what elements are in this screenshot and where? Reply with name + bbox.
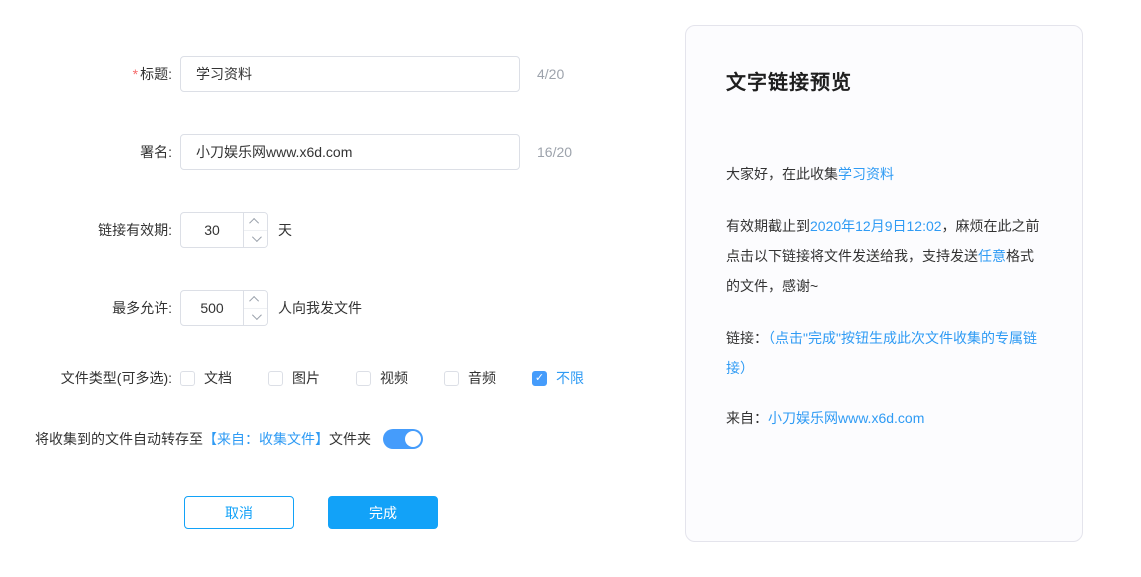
confirm-button[interactable]: 完成 xyxy=(328,496,438,529)
checkbox-icon: ✓ xyxy=(532,371,547,386)
validity-stepper-arrows xyxy=(243,213,267,247)
preview-from-paragraph: 来自：小刀娱乐网www.x6d.com xyxy=(726,403,1042,433)
link-placeholder-hint: （点击"完成"按钮生成此次文件收集的专属链接） xyxy=(726,330,1037,376)
checkbox-image[interactable]: ✓ 图片 xyxy=(268,368,320,388)
checkbox-icon: ✓ xyxy=(268,371,283,386)
text-link-preview-card: 文字链接预览 大家好，在此收集学习资料 有效期截止到2020年12月9日12:0… xyxy=(685,25,1083,542)
checkbox-unlimited-label: 不限 xyxy=(556,368,584,388)
title-char-counter: 4/20 xyxy=(537,66,564,82)
validity-unit-label: 天 xyxy=(278,220,292,240)
checkbox-audio[interactable]: ✓ 音频 xyxy=(444,368,496,388)
form-actions: 取消 完成 xyxy=(184,496,685,529)
greeting-text: 大家好，在此收集 xyxy=(726,166,838,182)
title-label-text: 标题: xyxy=(140,66,172,82)
file-types-label: 文件类型(可多选): xyxy=(35,368,172,388)
signature-input[interactable]: 小刀娱乐网www.x6d.com xyxy=(180,134,520,170)
checkbox-image-label: 图片 xyxy=(292,368,320,388)
signature-field-row: 署名: 小刀娱乐网www.x6d.com 16/20 xyxy=(35,134,685,170)
checkbox-icon: ✓ xyxy=(444,371,459,386)
validity-field-row: 链接有效期: 30 天 xyxy=(35,212,685,248)
preview-link-paragraph: 链接：（点击"完成"按钮生成此次文件收集的专属链接） xyxy=(726,323,1042,383)
title-field-row: *标题: 学习资料 4/20 xyxy=(35,56,685,92)
checkbox-doc-label: 文档 xyxy=(204,368,232,388)
max-people-increase-button[interactable] xyxy=(244,291,267,308)
max-people-label: 最多允许: xyxy=(35,298,172,318)
title-input[interactable]: 学习资料 xyxy=(180,56,520,92)
file-collection-dialog: *标题: 学习资料 4/20 署名: 小刀娱乐网www.x6d.com 16/2… xyxy=(0,0,1141,542)
validity-days-stepper[interactable]: 30 xyxy=(180,212,268,248)
max-people-stepper[interactable]: 500 xyxy=(180,290,268,326)
chevron-up-icon xyxy=(249,218,259,228)
validity-deadline-link: 2020年12月9日12:02 xyxy=(810,218,942,234)
max-people-decrease-button[interactable] xyxy=(244,308,267,326)
checkbox-doc[interactable]: ✓ 文档 xyxy=(180,368,232,388)
auto-save-text-after: 文件夹 xyxy=(329,429,371,449)
signature-char-counter: 16/20 xyxy=(537,144,572,160)
link-label: 链接： xyxy=(726,330,768,346)
auto-save-text-before: 将收集到的文件自动转存至 xyxy=(35,429,203,449)
max-people-field-row: 最多允许: 500 人向我发文件 xyxy=(35,290,685,326)
preview-title: 文字链接预览 xyxy=(726,66,1042,95)
preview-greeting-paragraph: 大家好，在此收集学习资料 xyxy=(726,159,1042,189)
signature-input-value: 小刀娱乐网www.x6d.com xyxy=(196,142,352,162)
title-input-value: 学习资料 xyxy=(196,64,252,84)
any-format-link: 任意 xyxy=(978,248,1006,264)
toggle-knob xyxy=(405,431,421,447)
checkbox-video-label: 视频 xyxy=(380,368,408,388)
checkbox-icon: ✓ xyxy=(180,371,195,386)
signature-label: 署名: xyxy=(35,142,172,162)
checkbox-audio-label: 音频 xyxy=(468,368,496,388)
auto-save-toggle[interactable] xyxy=(383,429,423,449)
check-icon: ✓ xyxy=(535,373,544,384)
max-people-stepper-arrows xyxy=(243,291,267,325)
file-types-row: 文件类型(可多选): ✓ 文档 ✓ 图片 ✓ 视频 ✓ 音频 xyxy=(35,368,685,388)
max-people-unit-label: 人向我发文件 xyxy=(278,298,362,318)
greeting-title-link: 学习资料 xyxy=(838,166,894,182)
required-asterisk: * xyxy=(133,66,138,82)
from-label: 来自： xyxy=(726,410,768,426)
checkbox-icon: ✓ xyxy=(356,371,371,386)
auto-save-folder-link[interactable]: 【来自：收集文件】 xyxy=(203,429,329,449)
collection-form: *标题: 学习资料 4/20 署名: 小刀娱乐网www.x6d.com 16/2… xyxy=(0,0,685,542)
chevron-up-icon xyxy=(249,296,259,306)
max-people-value[interactable]: 500 xyxy=(181,291,243,325)
validity-days-value[interactable]: 30 xyxy=(181,213,243,247)
checkbox-unlimited[interactable]: ✓ 不限 xyxy=(532,368,584,388)
validity-decrease-button[interactable] xyxy=(244,230,267,248)
title-label: *标题: xyxy=(35,64,172,84)
chevron-down-icon xyxy=(252,232,262,242)
validity-increase-button[interactable] xyxy=(244,213,267,230)
chevron-down-icon xyxy=(252,310,262,320)
file-type-checkbox-group: ✓ 文档 ✓ 图片 ✓ 视频 ✓ 音频 ✓ 不限 xyxy=(180,368,584,388)
validity-text-1: 有效期截止到 xyxy=(726,218,810,234)
from-signature-link: 小刀娱乐网www.x6d.com xyxy=(768,410,924,426)
cancel-button[interactable]: 取消 xyxy=(184,496,294,529)
checkbox-video[interactable]: ✓ 视频 xyxy=(356,368,408,388)
preview-validity-paragraph: 有效期截止到2020年12月9日12:02，麻烦在此之前点击以下链接将文件发送给… xyxy=(726,211,1042,301)
auto-save-row: 将收集到的文件自动转存至【来自：收集文件】文件夹 xyxy=(35,429,685,449)
validity-label: 链接有效期: xyxy=(35,220,172,240)
